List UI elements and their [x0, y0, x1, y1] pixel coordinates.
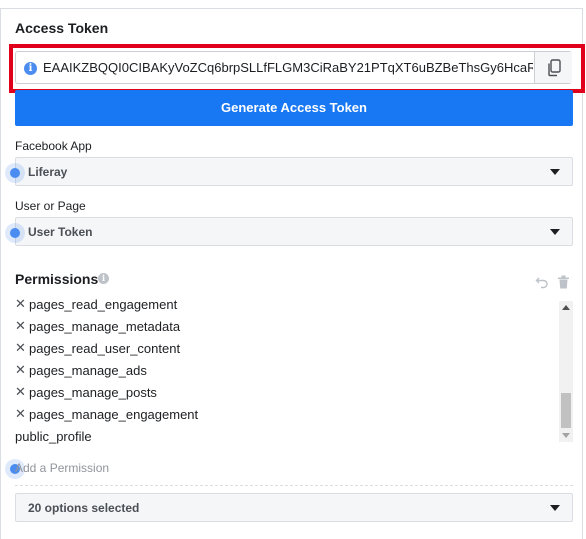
- trash-icon[interactable]: [557, 275, 570, 289]
- info-icon[interactable]: i: [98, 273, 109, 284]
- permissions-list: ✕ pages_read_engagement ✕ pages_manage_meta…: [15, 293, 560, 444]
- add-permission-input[interactable]: Add a Permission: [15, 461, 109, 475]
- permissions-actions: [535, 275, 570, 289]
- remove-permission-icon[interactable]: ✕: [15, 362, 29, 378]
- permission-name: pages_read_engagement: [29, 296, 178, 312]
- permissions-options-select[interactable]: 20 options selected: [15, 493, 573, 522]
- hotspot-dot-icon: [10, 168, 20, 178]
- permission-item: ✕ pages_manage_metadata: [15, 315, 560, 337]
- caret-down-icon: [550, 169, 560, 175]
- access-token-input[interactable]: EAAIKZBQQI0CIBAKyVoZCq6brpSLLfFLGM3CiRaB…: [43, 60, 533, 75]
- copy-icon: [547, 58, 561, 76]
- caret-down-icon: [550, 229, 560, 235]
- permission-name: public_profile: [15, 428, 92, 444]
- divider: [15, 485, 573, 486]
- panel-border: [0, 8, 583, 9]
- permission-name: pages_manage_ads: [29, 362, 147, 378]
- remove-permission-icon[interactable]: ✕: [15, 318, 29, 334]
- permission-name: pages_manage_posts: [29, 384, 157, 400]
- info-icon[interactable]: i: [24, 62, 37, 75]
- facebook-app-label: Facebook App: [15, 139, 92, 153]
- access-token-field[interactable]: i EAAIKZBQQI0CIBAKyVoZCq6brpSLLfFLGM3CiR…: [15, 51, 572, 84]
- tour-hotspot[interactable]: [5, 163, 25, 183]
- scroll-thumb[interactable]: [561, 393, 571, 428]
- remove-permission-icon[interactable]: ✕: [15, 340, 29, 356]
- generate-access-token-button[interactable]: Generate Access Token: [15, 90, 573, 126]
- permission-item: ✕ pages_read_user_content: [15, 337, 560, 359]
- remove-permission-icon[interactable]: ✕: [15, 384, 29, 400]
- copy-button[interactable]: [534, 52, 572, 83]
- access-token-title: Access Token: [15, 20, 109, 36]
- user-or-page-select[interactable]: User Token: [15, 217, 573, 246]
- tour-hotspot[interactable]: [5, 223, 25, 243]
- options-selected-text: 20 options selected: [28, 501, 140, 515]
- permission-item: ✕ pages_read_engagement: [15, 293, 560, 315]
- hotspot-dot-icon: [10, 228, 20, 238]
- permission-item: ✕ pages_manage_posts: [15, 381, 560, 403]
- permission-name: pages_manage_metadata: [29, 318, 181, 334]
- remove-permission-icon[interactable]: ✕: [15, 406, 29, 422]
- permission-item: public_profile: [15, 425, 560, 447]
- user-or-page-label: User or Page: [15, 199, 86, 213]
- permission-item: ✕ pages_manage_engagement: [15, 403, 560, 425]
- scroll-down-icon[interactable]: [562, 433, 570, 438]
- permission-name: pages_read_user_content: [29, 340, 181, 356]
- permission-item: ✕ pages_manage_ads: [15, 359, 560, 381]
- permission-name: pages_manage_engagement: [29, 406, 199, 422]
- facebook-app-select[interactable]: Liferay: [15, 157, 573, 186]
- permissions-title: Permissions: [15, 271, 99, 287]
- undo-icon[interactable]: [535, 275, 549, 289]
- remove-permission-icon[interactable]: ✕: [15, 296, 29, 312]
- facebook-app-selected: Liferay: [28, 165, 68, 179]
- permissions-scrollbar[interactable]: [559, 301, 573, 442]
- panel-border: [0, 8, 1, 539]
- caret-down-icon: [550, 505, 560, 511]
- user-or-page-selected: User Token: [28, 225, 93, 239]
- scroll-up-icon[interactable]: [562, 305, 570, 310]
- access-token-panel: Access Token i EAAIKZBQQI0CIBAKyVoZCq6br…: [0, 0, 586, 539]
